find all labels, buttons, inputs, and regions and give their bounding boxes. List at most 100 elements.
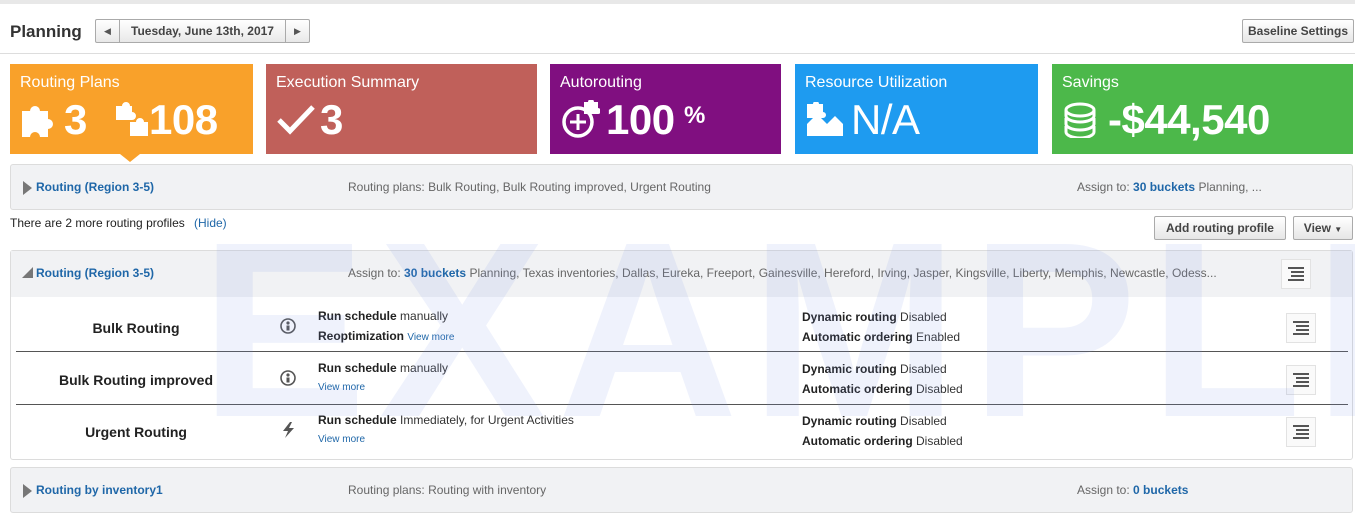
routing-plans-label: Routing plans:	[348, 180, 425, 194]
assign-summary: Assign to: 0 buckets	[1077, 483, 1188, 497]
manual-icon	[280, 318, 296, 334]
dynamic-routing: Dynamic routing Disabled	[802, 362, 947, 376]
caret-down-icon: ▼	[1334, 225, 1343, 234]
run-schedule-value: Immediately, for Urgent Activities	[400, 413, 574, 427]
view-more-link[interactable]: View more	[318, 434, 365, 445]
tile-autorouting[interactable]: Autorouting 100 %	[550, 64, 781, 154]
plan-row[interactable]: Urgent Routing Run schedule Immediately,…	[16, 405, 1348, 457]
assign-label: Assign to:	[1077, 180, 1130, 194]
header-bar: Planning ◀ Tuesday, June 13th, 2017 ▶ Ba…	[0, 4, 1355, 54]
chevron-right-icon: ▶	[294, 25, 301, 36]
expand-arrow-icon[interactable]	[23, 484, 32, 498]
tile-label: Autorouting	[560, 74, 642, 91]
manual-icon	[280, 370, 296, 386]
profile-menu-button[interactable]	[1281, 259, 1311, 289]
menu-lines-icon	[1293, 425, 1309, 439]
buckets-link[interactable]: 0 buckets	[1133, 483, 1188, 497]
menu-lines-icon	[1288, 267, 1304, 281]
dynamic-routing-value: Disabled	[900, 414, 947, 428]
profile-name-link[interactable]: Routing (Region 3-5)	[36, 180, 154, 194]
chevron-left-icon: ◀	[104, 25, 111, 36]
page-title: Planning	[10, 22, 82, 41]
tile-value-buckets: 108	[149, 96, 218, 143]
profile-name-link[interactable]: Routing (Region 3-5)	[36, 266, 154, 280]
plan-name[interactable]: Urgent Routing	[16, 424, 256, 440]
tile-label: Execution Summary	[276, 74, 420, 91]
tile-savings[interactable]: Savings -$44,540	[1052, 64, 1353, 154]
run-schedule-value: manually	[400, 361, 449, 375]
date-label[interactable]: Tuesday, June 13th, 2017	[120, 20, 285, 42]
tile-label: Resource Utilization	[805, 74, 948, 91]
assign-summary: Assign to: 30 buckets Planning, Texas in…	[348, 266, 1217, 280]
automatic-ordering: Automatic ordering Disabled	[802, 434, 963, 448]
run-schedule-label: Run schedule	[318, 413, 397, 427]
baseline-settings-button[interactable]: Baseline Settings	[1242, 19, 1354, 43]
tile-label: Routing Plans	[20, 74, 120, 91]
plan-row[interactable]: Bulk Routing Run schedule manually Reopt…	[16, 300, 1348, 352]
lightning-icon	[283, 422, 294, 438]
next-day-button[interactable]: ▶	[285, 20, 309, 42]
add-routing-profile-button[interactable]: Add routing profile	[1154, 216, 1286, 240]
run-schedule: Run schedule manually	[318, 361, 448, 375]
expand-arrow-icon[interactable]	[23, 181, 32, 195]
puzzle-icon	[22, 106, 53, 137]
view-dropdown-button[interactable]: View ▼	[1293, 216, 1353, 240]
assign-rest: Planning, ...	[1198, 180, 1262, 194]
dynamic-routing: Dynamic routing Disabled	[802, 414, 947, 428]
automatic-ordering: Automatic ordering Disabled	[802, 382, 963, 396]
resource-chart-icon	[807, 102, 843, 136]
prev-day-button[interactable]: ◀	[96, 20, 120, 42]
routing-plans-label: Routing plans:	[348, 483, 425, 497]
view-label: View	[1303, 221, 1331, 235]
plan-row[interactable]: Bulk Routing improved Run schedule manua…	[16, 353, 1348, 405]
plan-name[interactable]: Bulk Routing	[16, 320, 256, 336]
routing-plans-list: Routing with inventory	[428, 483, 547, 497]
run-schedule-label: Run schedule	[318, 309, 397, 323]
tile-routing-plans[interactable]: Routing Plans 3 108	[10, 64, 253, 154]
buckets-link[interactable]: 30 buckets	[404, 266, 466, 280]
run-schedule: Run schedule Immediately, for Urgent Act…	[318, 413, 574, 427]
more-profiles-text: There are 2 more routing profiles	[10, 216, 185, 230]
automatic-ordering-value: Enabled	[916, 330, 961, 344]
profile-header: Routing (Region 3-5) Assign to: 30 bucke…	[11, 251, 1352, 297]
automatic-ordering-label: Automatic ordering	[802, 330, 913, 344]
routing-plans-summary: Routing plans: Routing with inventory	[348, 483, 546, 497]
tile-value: 100	[606, 96, 675, 143]
assign-label: Assign to:	[1077, 483, 1130, 497]
run-schedule-label: Run schedule	[318, 361, 397, 375]
automatic-ordering-value: Disabled	[916, 382, 963, 396]
reoptimization-label: Reoptimization	[318, 329, 404, 343]
plan-menu-button[interactable]	[1286, 313, 1316, 343]
autorouting-icon	[562, 100, 600, 138]
assign-summary: Assign to: 30 buckets Planning, ...	[1077, 180, 1262, 194]
plan-menu-button[interactable]	[1286, 365, 1316, 395]
dynamic-routing-value: Disabled	[900, 362, 947, 376]
selected-tile-pointer	[120, 154, 140, 162]
tile-label: Savings	[1062, 74, 1119, 91]
tile-unit: %	[684, 102, 706, 129]
tile-resource-utilization[interactable]: Resource Utilization N/A	[795, 64, 1038, 154]
automatic-ordering-label: Automatic ordering	[802, 434, 913, 448]
coins-icon	[1064, 102, 1096, 138]
routing-profile-collapsed: Routing (Region 3-5) Routing plans: Bulk…	[10, 164, 1353, 210]
assign-rest: Planning, Texas inventories, Dallas, Eur…	[469, 266, 1217, 280]
buckets-link[interactable]: 30 buckets	[1133, 180, 1195, 194]
dynamic-routing-label: Dynamic routing	[802, 414, 897, 428]
view-more-link[interactable]: View more	[407, 332, 454, 343]
plan-menu-button[interactable]	[1286, 417, 1316, 447]
view-more-link[interactable]: View more	[318, 382, 365, 393]
routing-plans-summary: Routing plans: Bulk Routing, Bulk Routin…	[348, 180, 711, 194]
plan-name[interactable]: Bulk Routing improved	[16, 372, 256, 388]
tile-value-plans: 3	[64, 96, 87, 143]
run-schedule: Run schedule manually	[318, 309, 448, 323]
dynamic-routing-value: Disabled	[900, 310, 947, 324]
automatic-ordering-label: Automatic ordering	[802, 382, 913, 396]
profile-name-link[interactable]: Routing by inventory1	[36, 483, 163, 497]
hide-link[interactable]: (Hide)	[194, 216, 227, 230]
date-navigator: ◀ Tuesday, June 13th, 2017 ▶	[95, 19, 310, 43]
tile-value: 3	[320, 96, 343, 143]
puzzle-pieces-icon	[116, 102, 148, 136]
collapse-arrow-icon[interactable]	[22, 267, 33, 278]
menu-lines-icon	[1293, 321, 1309, 335]
tile-execution-summary[interactable]: Execution Summary 3	[266, 64, 537, 154]
